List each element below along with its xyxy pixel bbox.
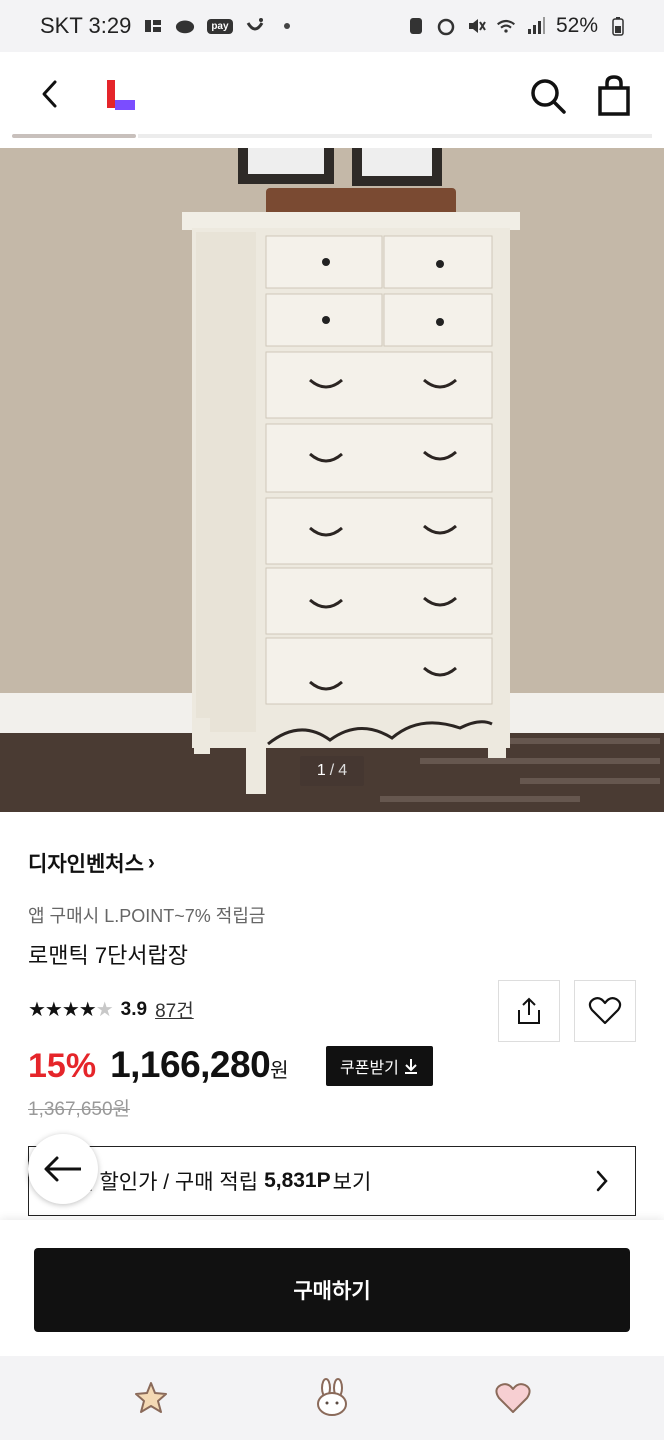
carrier-time: SKT 3:29 [40, 13, 132, 38]
alarm-icon [436, 16, 456, 36]
pager-separator: / [329, 762, 335, 779]
dot-icon [277, 16, 297, 36]
rating-row[interactable]: ★★★★★ 3.9 87건 [28, 996, 194, 1023]
section-tab-strip [12, 134, 652, 140]
shopping-bag-icon [598, 75, 630, 116]
arrow-left-icon [44, 1156, 81, 1182]
lotte-on-logo[interactable] [104, 78, 138, 114]
notification-icon [143, 16, 163, 36]
signal-icon [526, 16, 546, 36]
back-icon [42, 80, 57, 108]
coupon-label: 쿠폰받기 [340, 1060, 399, 1077]
download-icon [404, 1059, 417, 1074]
wifi-icon [496, 16, 516, 36]
lock-icon [406, 16, 426, 36]
shopping-bag-button[interactable] [594, 74, 634, 118]
product-image [0, 148, 664, 812]
coupon-button[interactable]: 쿠폰받기 [326, 1046, 433, 1086]
brand-link[interactable]: 디자인벤처스 › [28, 848, 155, 878]
brand-name: 디자인벤처스 [28, 853, 144, 876]
bunny-icon [316, 1378, 347, 1416]
pay-icon: pay [207, 18, 233, 34]
price-row: 15% 1,166,280원 [28, 1044, 289, 1086]
nav-character[interactable] [309, 1375, 355, 1421]
heart-icon [495, 1383, 531, 1413]
share-icon [518, 997, 540, 1024]
battery-icon [608, 16, 628, 36]
star-rating: ★★★★★ [28, 999, 114, 1021]
floating-back-button[interactable] [28, 1134, 98, 1204]
image-pager: 1 / 4 [300, 756, 364, 786]
wishlist-button[interactable] [574, 980, 636, 1042]
chevron-right-icon: › [147, 851, 155, 874]
original-price: 1,367,650원 [28, 1099, 131, 1120]
back-button[interactable] [30, 74, 70, 114]
pager-total: 4 [338, 762, 348, 779]
promo-text: 앱 구매시 L.POINT~7% 적립금 [28, 906, 266, 926]
cloud-icon [175, 16, 195, 36]
view-label: 보기 [332, 1171, 372, 1194]
bottom-navigation [0, 1356, 664, 1440]
purchase-bar: 구매하기 [0, 1220, 664, 1356]
review-count-link[interactable]: 87건 [155, 996, 194, 1023]
nav-star[interactable] [128, 1375, 174, 1421]
smile-icon [245, 16, 265, 36]
search-icon [531, 79, 566, 114]
pager-current: 1 [316, 762, 326, 779]
top-header [0, 52, 664, 138]
share-button[interactable] [498, 980, 560, 1042]
heart-icon [588, 997, 622, 1025]
mute-icon [466, 16, 486, 36]
nav-heart[interactable] [490, 1375, 536, 1421]
max-discount-button[interactable]: 최대 할인가 / 구매 적립 5,831P 보기 [28, 1146, 636, 1216]
sale-price: 1,166,280원 [110, 1044, 289, 1085]
product-image-gallery[interactable]: 1 / 4 [0, 148, 664, 812]
chevron-right-icon [596, 1170, 608, 1192]
product-title: 로맨틱 7단서랍장 [28, 943, 189, 968]
discount-rate: 15% [28, 1047, 97, 1085]
rating-score: 3.9 [120, 998, 148, 1020]
status-bar: SKT 3:29 pay 52% [0, 0, 664, 52]
buy-button[interactable]: 구매하기 [34, 1248, 630, 1332]
battery-level: 52% [555, 14, 598, 37]
search-button[interactable] [528, 74, 568, 118]
points-value: 5,831P [264, 1169, 331, 1192]
star-icon [134, 1382, 167, 1413]
